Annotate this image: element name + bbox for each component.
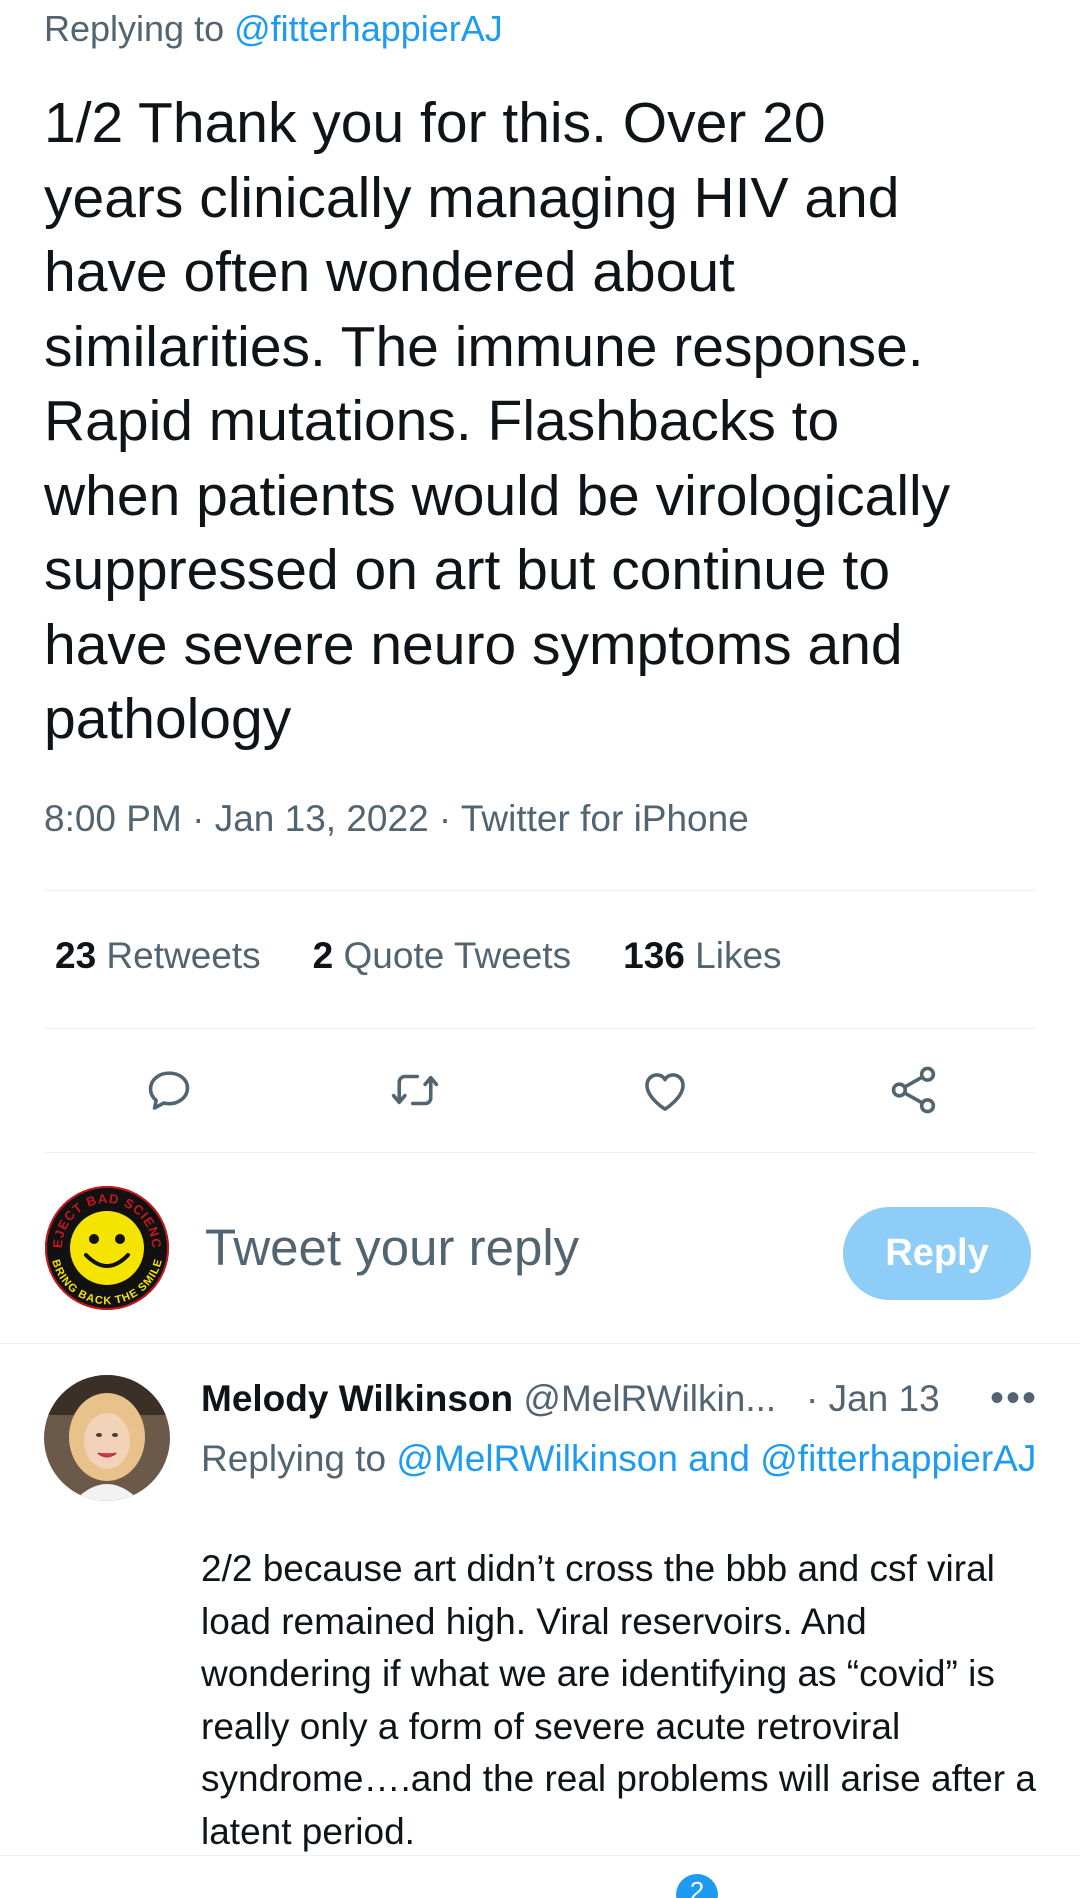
tweet-text: 1/2 Thank you for this. Over 20 years cl… — [44, 91, 951, 751]
likes-stat[interactable]: 136 Likes — [623, 935, 781, 977]
more-options-icon[interactable]: ••• — [990, 1378, 1038, 1418]
divider — [44, 890, 1036, 891]
quote-tweets-stat[interactable]: 2 Quote Tweets — [313, 935, 571, 977]
retweet-icon — [391, 1074, 439, 1106]
quotes-count: 2 — [312, 935, 334, 976]
tweet-detail-page: Replying to @fitterhappierAJ 1/2 Thank y… — [0, 0, 1080, 1898]
replying-to: Replying to @fitterhappierAJ — [44, 8, 503, 50]
retweet-action-button[interactable] — [385, 1060, 445, 1120]
retweets-count: 23 — [55, 935, 97, 976]
retweets-stat[interactable]: 23 Retweets — [55, 935, 261, 977]
reply-button[interactable]: Reply — [843, 1207, 1031, 1300]
tweet-meta: 8:00 PM · Jan 13, 2022 · Twitter for iPh… — [44, 798, 749, 840]
smiley-logo-icon: REJECT BAD SCIENCE BRING BACK THE SMILE — [39, 1173, 169, 1310]
reply-replying-handles[interactable]: @MelRWilkinson and @fitterhappierAJ — [396, 1438, 1036, 1479]
like-icon — [645, 1073, 685, 1111]
reply-replying-prefix: Replying to — [201, 1438, 397, 1479]
tweet-time[interactable]: 8:00 PM — [44, 798, 182, 839]
reply-text: 2/2 because art didn’t cross the bbb and… — [201, 1548, 1036, 1852]
divider — [44, 1028, 1036, 1029]
reply-replying-to: Replying to @MelRWilkinson and @fitterha… — [201, 1433, 1041, 1485]
like-action-button[interactable] — [635, 1060, 695, 1120]
replying-prefix: Replying to — [44, 8, 235, 49]
reply-composer: REJECT BAD SCIENCE BRING BACK THE SMILE … — [0, 1173, 1080, 1330]
replying-handle-link[interactable]: @fitterhappierAJ — [234, 8, 503, 49]
reply-input[interactable]: Tweet your reply — [205, 1218, 579, 1277]
tweet-stats: 23 Retweets 2 Quote Tweets 136 Likes — [55, 935, 834, 977]
reply-author-handle[interactable]: @MelRWilkin... — [523, 1378, 776, 1419]
share-action-button[interactable] — [884, 1060, 944, 1120]
likes-count: 136 — [623, 935, 685, 976]
quotes-label: Quote Tweets — [333, 935, 572, 976]
reply-author-name[interactable]: Melody Wilkinson — [201, 1378, 513, 1419]
reply-header: Melody Wilkinson @MelRWilkin... · Jan 13 — [201, 1378, 1041, 1420]
reply-action-button[interactable] — [139, 1060, 199, 1120]
meta-separator: · — [181, 798, 215, 839]
divider — [0, 1343, 1080, 1344]
tweet-source[interactable]: Twitter for iPhone — [461, 798, 749, 839]
profile-photo-icon — [44, 1375, 170, 1501]
my-avatar[interactable]: REJECT BAD SCIENCE BRING BACK THE SMILE — [39, 1173, 170, 1311]
retweets-label: Retweets — [96, 935, 261, 976]
tweet-date[interactable]: Jan 13, 2022 — [215, 798, 429, 839]
reply-author-avatar[interactable] — [44, 1375, 170, 1501]
share-icon — [891, 1066, 936, 1114]
likes-label: Likes — [684, 935, 782, 976]
bottom-nav: 2 — [0, 1855, 1080, 1898]
tweet-actions — [0, 1060, 1080, 1120]
notifications-badge[interactable]: 2 — [676, 1874, 718, 1898]
divider — [44, 1152, 1036, 1153]
reply-icon — [148, 1071, 190, 1110]
reply-date[interactable]: · Jan 13 — [806, 1378, 940, 1420]
meta-separator: · — [428, 798, 461, 839]
